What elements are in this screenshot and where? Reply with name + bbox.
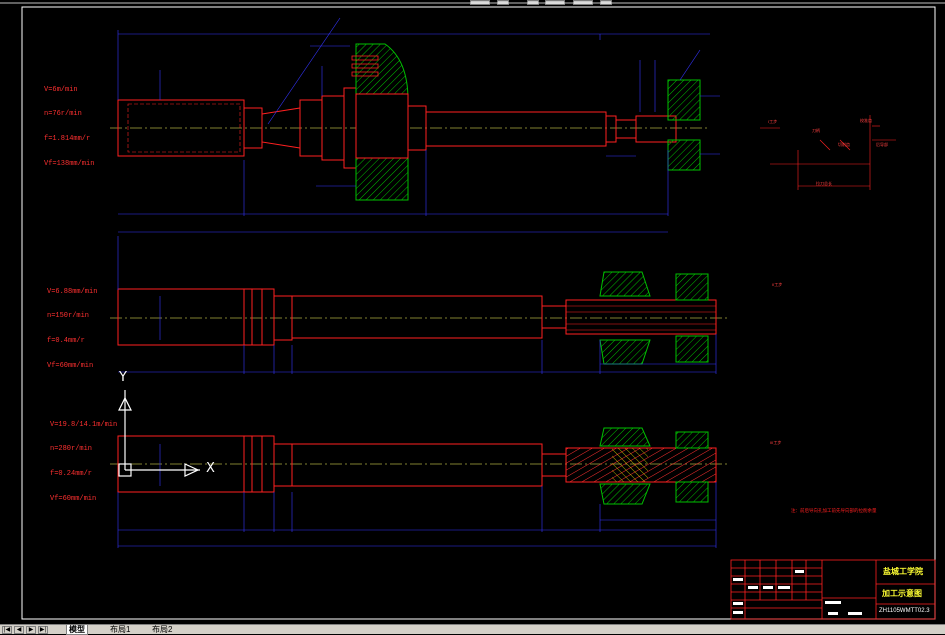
step-label-3: III工步 [770,440,782,445]
ucs-x-label: X [206,461,215,476]
title-block-school: 盐城工学院 [883,567,923,576]
legend-rear-guide: 后导部 [876,142,888,147]
shaft-operation-2 [110,236,730,374]
drawing-frame [0,2,945,620]
drawing-canvas[interactable]: V=6m/min n=76r/min f=1.814mm/r Vf=138mm/… [0,0,945,624]
operation-1-params: V=6m/min n=76r/min f=1.814mm/r Vf=138mm/… [44,69,94,185]
param-line: f=0.24mm/r [50,470,93,479]
ucs-icon [118,390,200,477]
param-line: V=6m/min [44,85,78,94]
operation-2-params: V=6.88mm/min n=150r/min f=0.4mm/r Vf=60m… [47,271,97,387]
title-block-drawing-name: 加工示意图 [882,589,922,598]
first-tab-button[interactable]: |◀ [2,626,12,634]
drawing-note: 注：前后导向孔加工前先导向部的拉削余量 [791,508,877,513]
tool-length-legend [760,115,896,190]
param-line: Vf=60mm/min [50,495,97,504]
param-line: Vf=138mm/min [44,160,95,169]
legend-shank: 刀柄 [812,128,820,133]
layout-tab-bar: |◀ ◀ ▶ ▶| 模型 布局1 布局2 [0,624,945,635]
param-line: V=6.88mm/min [47,287,98,296]
ucs-y-label: Y [119,370,127,385]
param-line: n=280r/min [50,445,93,454]
param-line: f=1.814mm/r [44,135,91,144]
param-line: Vf=60mm/min [47,362,94,371]
shaft-operation-3 [110,427,730,548]
step-label-1: I工步 [768,119,778,124]
legend-cutting-teeth: 切削齿 [838,142,850,147]
cad-drawing [0,2,945,620]
last-tab-button[interactable]: ▶| [38,626,48,634]
legend-calibrating-teeth: 校准齿 [860,118,872,123]
step-label-2: II工步 [772,282,783,287]
prev-tab-button[interactable]: ◀ [14,626,24,634]
param-line: V=19.8/14.1m/min [50,420,118,429]
shaft-operation-1 [110,17,720,233]
title-block-drawing-code: ZH1105WMTT02.3 [879,608,930,614]
operation-3-params: V=19.8/14.1m/min n=280r/min f=0.24mm/r V… [50,404,117,520]
param-line: f=0.4mm/r [47,337,85,346]
param-line: n=150r/min [47,312,90,321]
legend-total-length: 拉刀总长 [816,181,832,186]
param-line: n=76r/min [44,110,82,119]
next-tab-button[interactable]: ▶ [26,626,36,634]
